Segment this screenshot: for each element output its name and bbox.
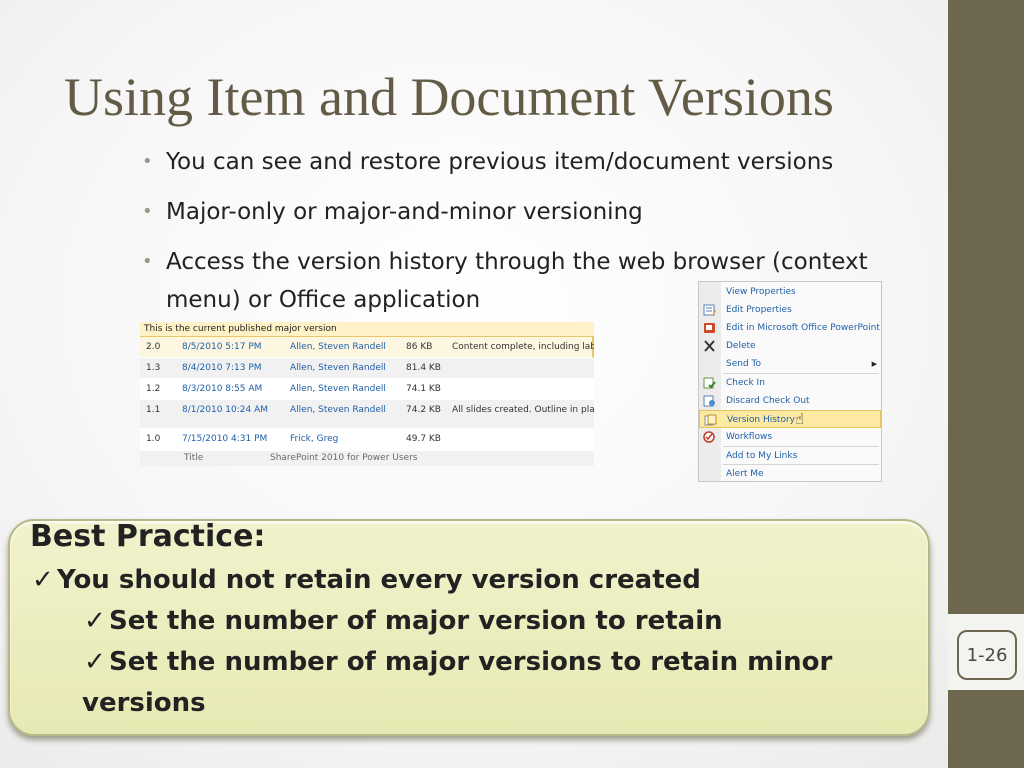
check-icon: ✓ bbox=[32, 565, 54, 595]
version-size: 86 KB bbox=[406, 342, 433, 352]
table-row[interactable]: 1.2 8/3/2010 8:55 AM Allen, Steven Rande… bbox=[140, 379, 594, 400]
delete-icon bbox=[703, 340, 716, 352]
current-version-banner: This is the current published major vers… bbox=[140, 322, 594, 337]
version-number: 1.1 bbox=[146, 405, 161, 415]
document-metadata-row: Title SharePoint 2010 for Power Users bbox=[140, 451, 594, 466]
menu-item-send-to[interactable]: Send To ▶ bbox=[699, 355, 881, 373]
menu-item-label: Delete bbox=[726, 341, 756, 351]
version-size: 74.1 KB bbox=[406, 384, 441, 394]
version-date-link[interactable]: 7/15/2010 4:31 PM bbox=[182, 429, 267, 449]
document-context-menu: View Properties Edit Properties Edit in … bbox=[698, 281, 882, 482]
version-comments: All slides created. Outline in place bbox=[452, 405, 594, 415]
modified-by-link[interactable]: Allen, Steven Randell bbox=[290, 358, 386, 378]
menu-item-label: Edit in Microsoft Office PowerPoint bbox=[726, 323, 880, 333]
best-practice-callout: Best Practice: ✓ You should not retain e… bbox=[8, 519, 930, 736]
powerpoint-icon bbox=[703, 322, 716, 334]
best-practice-subline-continued: versions bbox=[82, 688, 206, 718]
menu-item-label: View Properties bbox=[726, 287, 796, 297]
edit-icon bbox=[703, 304, 716, 316]
menu-item-label: Edit Properties bbox=[726, 305, 792, 315]
best-practice-line: You should not retain every version crea… bbox=[57, 565, 701, 595]
modified-by-link[interactable]: Allen, Steven Randell bbox=[290, 379, 386, 399]
version-number: 1.3 bbox=[146, 363, 161, 373]
menu-item-label: Workflows bbox=[726, 432, 773, 442]
modified-by-link[interactable]: Allen, Steven Randell bbox=[290, 337, 386, 357]
bullet-item: • You can see and restore previous item/d… bbox=[142, 143, 947, 181]
table-row[interactable]: 1.3 8/4/2010 7:13 PM Allen, Steven Rande… bbox=[140, 358, 594, 379]
version-number: 2.0 bbox=[146, 342, 161, 352]
menu-item-delete[interactable]: Delete bbox=[699, 337, 881, 355]
page-number: 1-26 bbox=[957, 630, 1017, 680]
version-date-link[interactable]: 8/3/2010 8:55 AM bbox=[182, 379, 262, 399]
version-size: 49.7 KB bbox=[406, 434, 441, 444]
metadata-label: Title bbox=[184, 453, 204, 463]
best-practice-heading: Best Practice: bbox=[30, 519, 266, 554]
version-date-link[interactable]: 8/4/2010 7:13 PM bbox=[182, 358, 262, 378]
table-row[interactable]: 2.0 8/5/2010 5:17 PM Allen, Steven Rande… bbox=[140, 337, 594, 358]
table-row[interactable]: 1.0 7/15/2010 4:31 PM Frick, Greg 49.7 K… bbox=[140, 429, 594, 450]
hand-cursor-icon: ☝ bbox=[795, 410, 805, 428]
menu-item-label: Discard Check Out bbox=[726, 396, 810, 406]
menu-item-label: Version History bbox=[727, 415, 795, 425]
check-in-icon bbox=[703, 377, 716, 389]
menu-item-check-in[interactable]: Check In bbox=[699, 374, 881, 392]
bullet-text: You can see and restore previous item/do… bbox=[166, 149, 834, 175]
version-number: 1.0 bbox=[146, 434, 161, 444]
menu-item-label: Send To bbox=[726, 359, 762, 369]
workflow-icon bbox=[703, 431, 716, 443]
menu-item-label: Alert Me bbox=[726, 469, 764, 479]
menu-item-label: Add to My Links bbox=[726, 451, 798, 461]
version-number: 1.2 bbox=[146, 384, 161, 394]
version-comments: Content complete, including lab. bbox=[452, 342, 594, 352]
version-date-link[interactable]: 8/1/2010 10:24 AM bbox=[182, 400, 268, 420]
best-practice-subline: Set the number of major version to retai… bbox=[109, 606, 723, 636]
menu-item-edit-properties[interactable]: Edit Properties bbox=[699, 301, 881, 319]
version-size: 74.2 KB bbox=[406, 405, 441, 415]
version-size: 81.4 KB bbox=[406, 363, 441, 373]
modified-by-link[interactable]: Allen, Steven Randell bbox=[290, 400, 386, 420]
metadata-value: SharePoint 2010 for Power Users bbox=[270, 453, 418, 463]
bullet-dot-icon: • bbox=[142, 251, 153, 272]
check-icon: ✓ bbox=[84, 647, 106, 677]
version-date-link[interactable]: 8/5/2010 5:17 PM bbox=[182, 337, 262, 357]
bullet-text: Major-only or major-and-minor versioning bbox=[166, 199, 643, 225]
bullet-item: • Major-only or major-and-minor versionin… bbox=[142, 193, 947, 231]
submenu-arrow-icon: ▶ bbox=[871, 360, 877, 368]
modified-by-link[interactable]: Frick, Greg bbox=[290, 429, 338, 449]
bullet-dot-icon: • bbox=[142, 201, 153, 222]
menu-item-alert-me[interactable]: Alert Me bbox=[699, 465, 881, 483]
table-row[interactable]: 1.1 8/1/2010 10:24 AM Allen, Steven Rand… bbox=[140, 400, 594, 429]
slide-title: Using Item and Document Versions bbox=[64, 67, 834, 127]
menu-item-view-properties[interactable]: View Properties bbox=[699, 283, 881, 301]
menu-item-workflows[interactable]: Workflows bbox=[699, 428, 881, 446]
menu-item-add-to-my-links[interactable]: Add to My Links bbox=[699, 447, 881, 465]
menu-item-label: Check In bbox=[726, 378, 765, 388]
menu-item-version-history[interactable]: Version History ☝ bbox=[699, 410, 881, 428]
menu-item-edit-in-powerpoint[interactable]: Edit in Microsoft Office PowerPoint bbox=[699, 319, 881, 337]
version-history-icon bbox=[704, 414, 717, 426]
bullet-dot-icon: • bbox=[142, 151, 153, 172]
best-practice-subline: Set the number of major versions to reta… bbox=[109, 647, 833, 677]
menu-item-discard-check-out[interactable]: Discard Check Out bbox=[699, 392, 881, 410]
check-icon: ✓ bbox=[84, 606, 106, 636]
version-history-table: This is the current published major vers… bbox=[140, 322, 594, 466]
discard-icon bbox=[703, 395, 716, 407]
